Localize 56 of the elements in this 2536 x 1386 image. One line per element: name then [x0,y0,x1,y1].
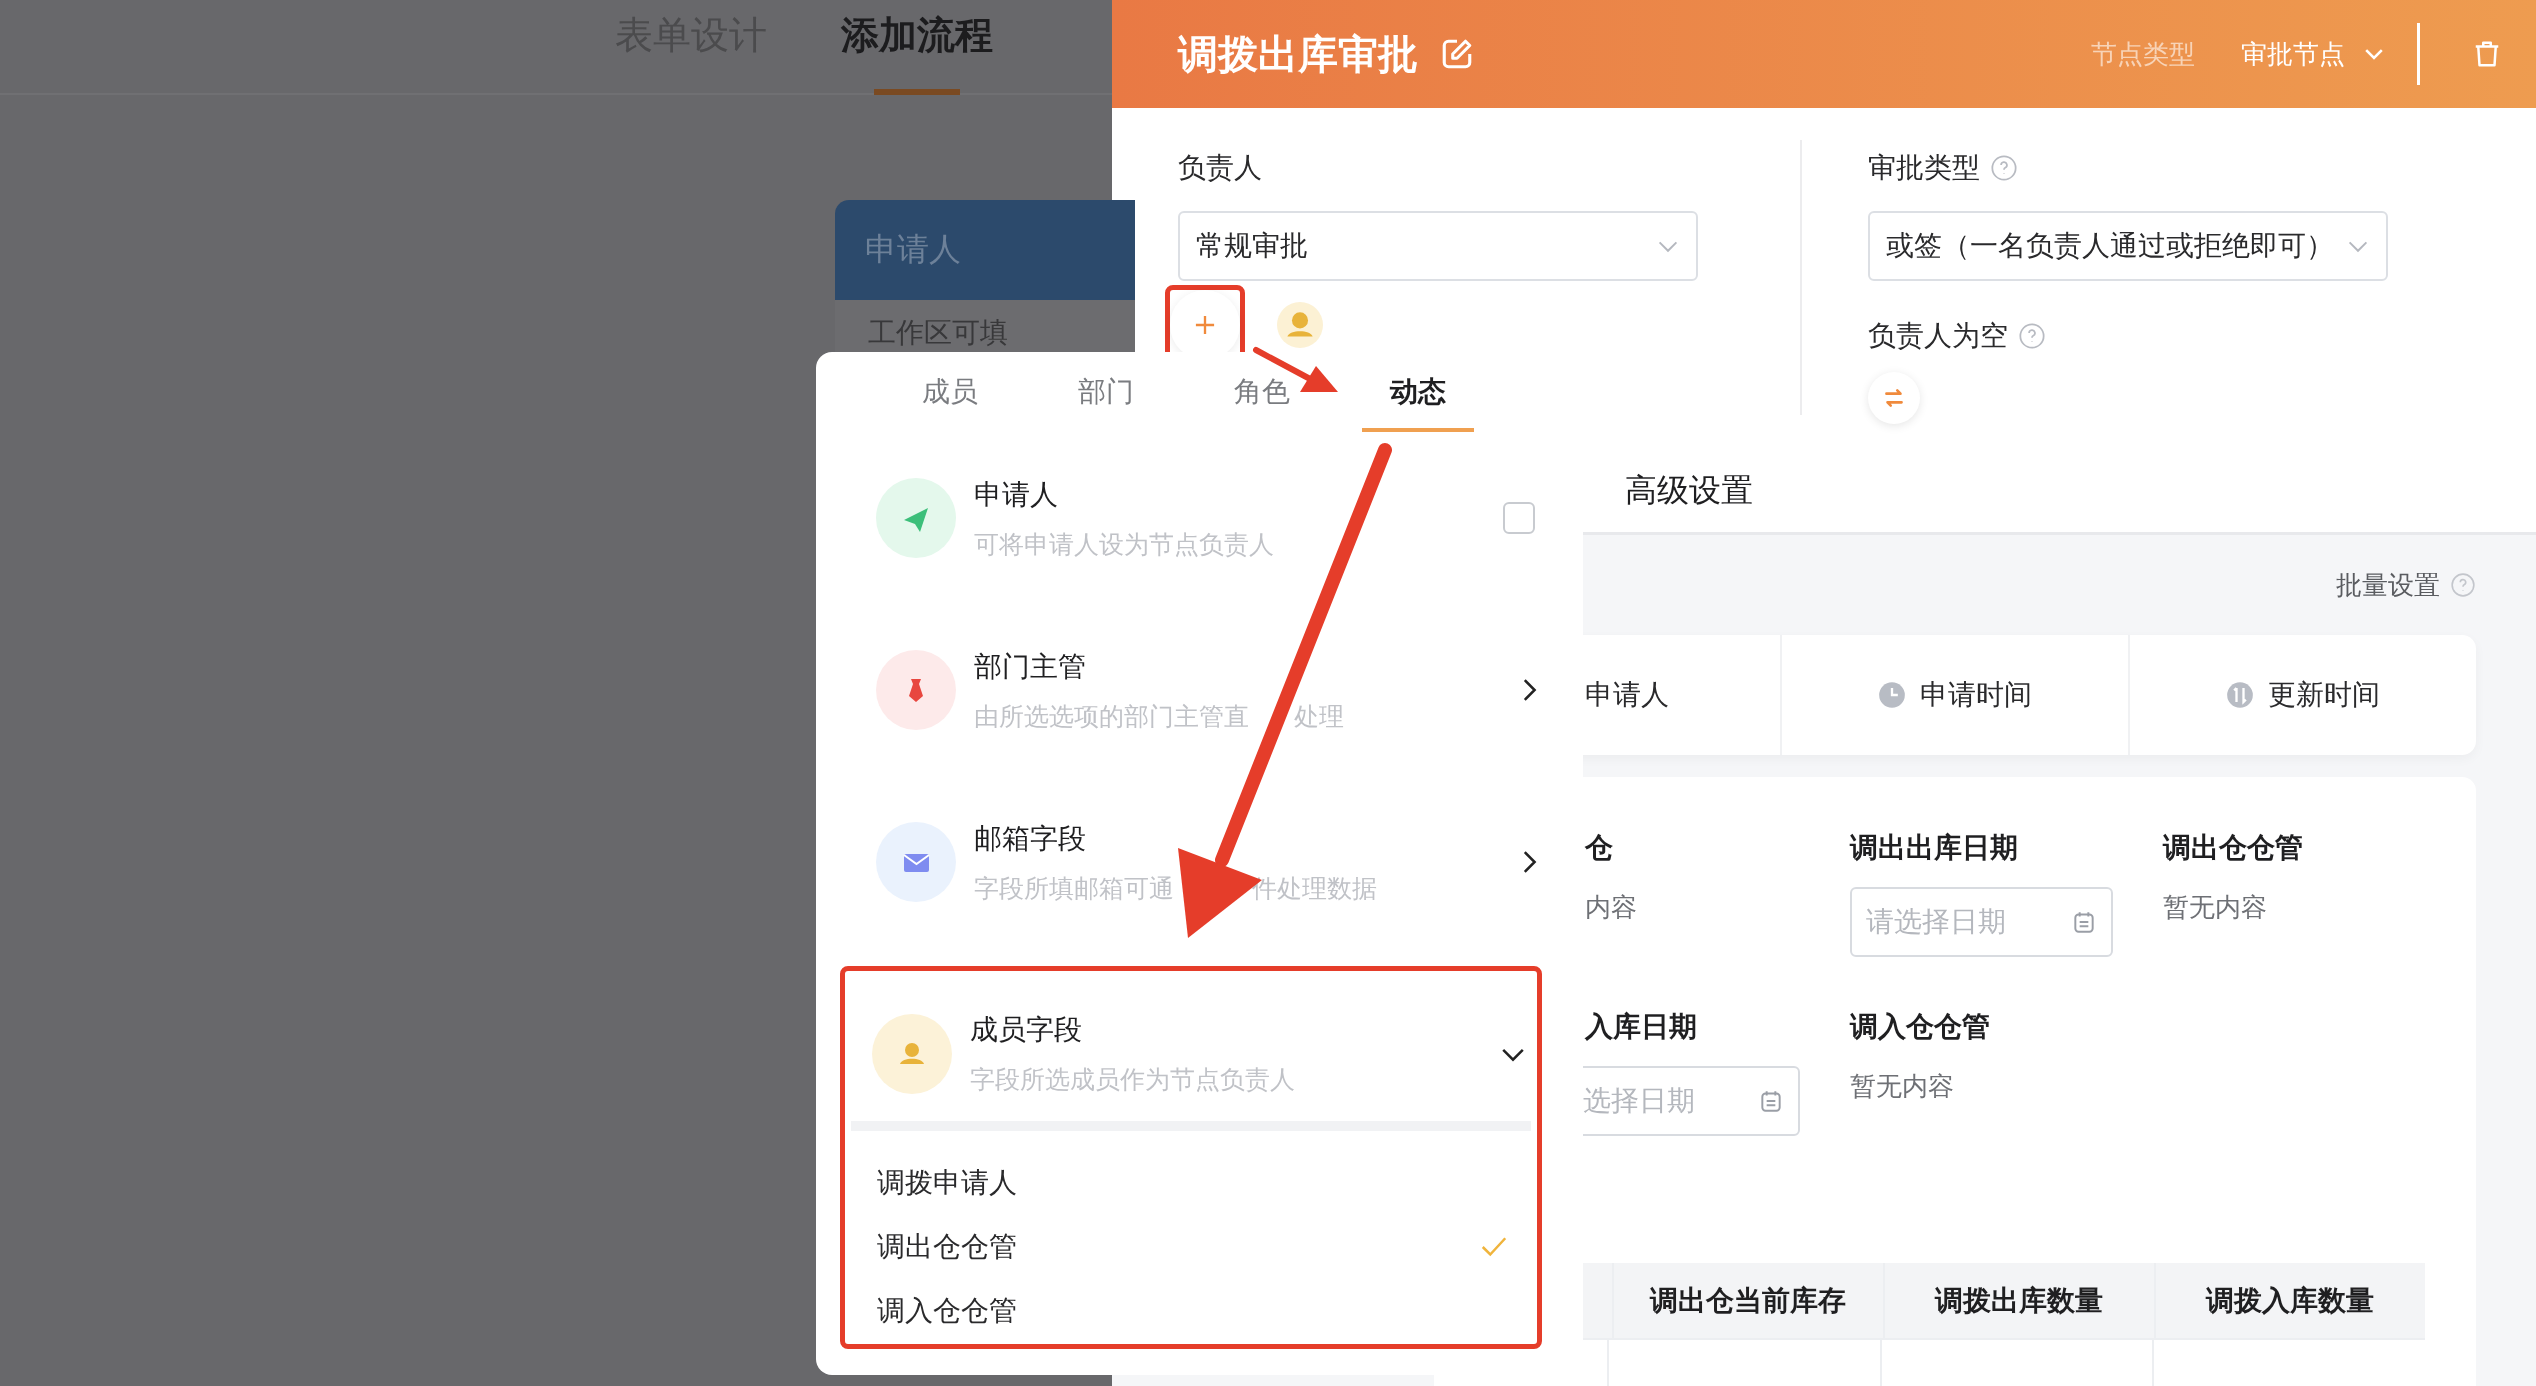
edit-icon[interactable] [1440,37,1474,71]
field-value: 暂无内容 [1850,1070,1955,1103]
option-description: 可将申请人设为节点负责人 [974,529,1274,558]
tie-icon [876,650,956,730]
field-label: 负责人 [1178,151,1263,185]
field-label: 负责人为空 [1868,319,2008,353]
option-title: 申请人 [974,477,1059,512]
system-field-label: 更新时间 [2268,678,2380,712]
picker-tab[interactable]: 角色 [1184,352,1340,432]
checkbox[interactable] [1503,502,1535,534]
assignee-dropdown[interactable]: 常规审批 [1178,211,1698,281]
picker-tab[interactable]: 动态 [1362,352,1474,432]
clock-icon [1878,681,1906,709]
field-label: 入库日期 [1583,1010,1698,1044]
system-field-label: 申请人 [1585,678,1669,712]
node-type-label: 节点类型 [2091,37,2195,71]
option-title: 邮箱字段 [974,821,1087,856]
field-label: 调出出库日期 [1850,831,2019,865]
update-icon [2226,681,2254,709]
option-description: 字段所填邮箱可通 [974,873,1174,902]
panel-title: 调拨出库审批 [1178,30,1418,78]
node-title: 申请人 [865,230,961,269]
field-value: 内容 [1584,891,1638,924]
help-icon[interactable] [1990,154,2018,182]
paper-plane-icon [876,478,956,558]
field-label: 审批类型 [1868,151,1980,185]
field-label: 仓 [1584,831,1614,865]
option-description: 处理 [1294,701,1344,730]
picker-option[interactable]: 部门主管 由所选选项的部门主管直 处理 [842,604,1553,776]
option-title: 成员字段 [970,1013,1083,1047]
field-label: 调出仓仓管 [2163,831,2304,865]
column-header: 调拨入库数量 [2153,1263,2425,1338]
option-description: 由所选选项的部门主管直 [974,701,1249,730]
calendar-icon [2071,909,2097,935]
approval-type-dropdown[interactable]: 或签（一名负责人通过或拒绝即可） [1868,211,2388,281]
envelope-icon [876,822,956,902]
person-icon [872,1013,952,1094]
calendar-icon [1758,1088,1784,1114]
picker-tab[interactable]: 成员 [872,352,1028,432]
system-field-label: 申请时间 [1920,678,2032,712]
field-label: 调入仓仓管 [1850,1010,1991,1044]
batch-settings-link[interactable]: 批量设置 [2336,567,2440,603]
option-title: 部门主管 [974,649,1087,684]
column-header: 调拨出库数量 [1882,1263,2154,1338]
field-value: 暂无内容 [2163,891,2268,924]
help-icon[interactable] [2018,322,2046,350]
field-option[interactable]: 调拨申请人 [851,1151,1531,1215]
field-option[interactable]: 调入仓仓管 [851,1279,1531,1343]
column-header: 调出仓当前库存 [1611,1263,1883,1338]
picker-option[interactable]: 成员字段 字段所选成员作为节点负责人 [845,986,1537,1121]
help-icon[interactable] [2450,572,2476,598]
swap-button[interactable] [1868,372,1920,424]
option-description: 字段所选成员作为节点负责人 [970,1065,1295,1093]
avatar-icon [1277,302,1323,348]
section-tab[interactable]: 高级设置 [1625,469,1753,513]
field-option[interactable]: 调出仓仓管 [851,1215,1531,1279]
